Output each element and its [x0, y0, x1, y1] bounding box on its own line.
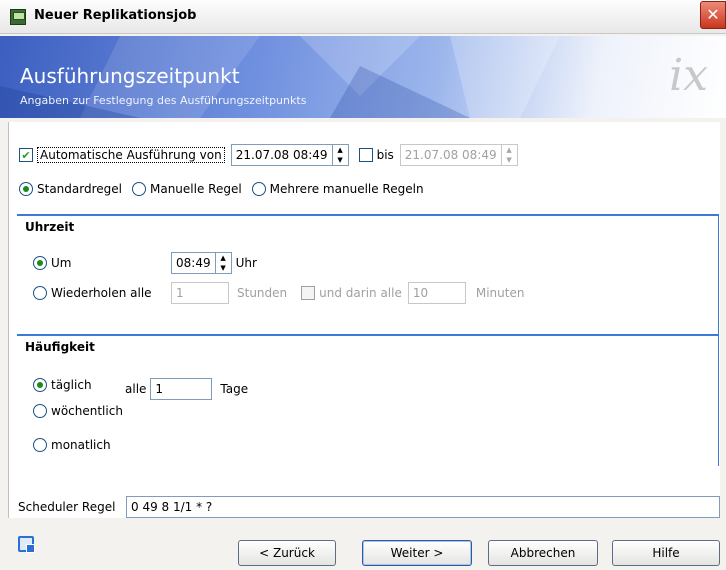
- every-unit-label: Tage: [220, 382, 249, 396]
- monatlich-label: monatlich: [51, 438, 111, 452]
- um-time-value[interactable]: 08:49: [172, 253, 215, 273]
- page-title: Ausführungszeitpunkt: [20, 64, 240, 88]
- um-unit-label: Uhr: [235, 256, 257, 270]
- cancel-button[interactable]: Abbrechen: [488, 540, 598, 566]
- uhrzeit-title: Uhrzeit: [25, 220, 75, 234]
- um-time-spinner[interactable]: 08:49 ▲ ▼: [171, 252, 232, 274]
- within-checkbox[interactable]: [301, 286, 316, 300]
- auto-exec-checkbox[interactable]: ✔: [19, 148, 33, 162]
- spin-up-icon[interactable]: ▲: [502, 145, 517, 155]
- auto-exec-label[interactable]: Automatische Ausführung von: [37, 147, 225, 163]
- radio-taeglich[interactable]: [33, 378, 47, 392]
- ix-logo: ix: [669, 50, 708, 101]
- uhrzeit-group: Uhrzeit Um 08:49 ▲ ▼ Uhr Wiederholen all…: [17, 214, 719, 336]
- radio-woechentlich[interactable]: [33, 404, 47, 418]
- mehrere-manuelle-regeln-label: Mehrere manuelle Regeln: [269, 182, 424, 196]
- radio-wiederholen[interactable]: [33, 286, 47, 300]
- haeufigkeit-group: Häufigkeit täglich alle 1 Tage wöchentli…: [17, 334, 719, 466]
- window-title: Neuer Replikationsjob: [34, 8, 197, 23]
- spin-down-icon[interactable]: ▼: [502, 155, 517, 165]
- repeat-unit-label: Stunden: [237, 286, 288, 300]
- radio-manuelle-regel[interactable]: [131, 182, 146, 196]
- every-label: alle: [125, 382, 147, 396]
- until-datetime-spinner[interactable]: 21.07.08 08:49 ▲ ▼: [399, 144, 518, 166]
- every-days-input[interactable]: 1: [150, 378, 213, 400]
- help-icon[interactable]: [18, 536, 35, 553]
- radio-standardregel[interactable]: [19, 182, 33, 196]
- title-bar[interactable]: Neuer Replikationsjob ✕: [0, 0, 726, 34]
- from-datetime-spinner[interactable]: 21.07.08 08:49 ▲ ▼: [230, 144, 349, 166]
- next-button[interactable]: Weiter >: [362, 540, 472, 566]
- wizard-banner: Ausführungszeitpunkt Angaben zur Festleg…: [0, 36, 726, 118]
- repeat-hours-input[interactable]: 1: [171, 282, 229, 304]
- um-row: Um 08:49 ▲ ▼ Uhr: [33, 252, 257, 274]
- woechentlich-label: wöchentlich: [51, 404, 123, 418]
- repeat-row: Wiederholen alle 1 Stunden und darin all…: [33, 282, 524, 304]
- radio-um[interactable]: [33, 256, 47, 270]
- auto-exec-row: ✔ Automatische Ausführung von 21.07.08 0…: [19, 144, 518, 166]
- until-datetime-value[interactable]: 21.07.08 08:49: [401, 145, 501, 165]
- repeat-label: Wiederholen alle: [51, 286, 152, 300]
- manuelle-regel-label: Manuelle Regel: [149, 182, 242, 196]
- help-button[interactable]: Hilfe: [612, 540, 720, 566]
- until-checkbox[interactable]: [358, 148, 373, 162]
- within-label: und darin alle: [319, 286, 402, 300]
- um-label: Um: [51, 256, 72, 270]
- spin-up-icon[interactable]: ▲: [333, 145, 348, 155]
- scheduler-row: Scheduler Regel 0 49 8 1/1 * ?: [8, 495, 724, 519]
- taeglich-label: täglich: [51, 378, 92, 392]
- rule-mode-row: Standardregel Manuelle Regel Mehrere man…: [19, 182, 424, 196]
- app-icon: [10, 9, 26, 25]
- scheduler-rule-input[interactable]: 0 49 8 1/1 * ?: [126, 496, 720, 518]
- close-button[interactable]: ✕: [700, 1, 726, 29]
- page-subtitle: Angaben zur Festlegung des Ausführungsze…: [20, 94, 307, 107]
- scheduler-label: Scheduler Regel: [18, 500, 116, 514]
- weekly-row: wöchentlich: [33, 404, 123, 418]
- standardregel-label: Standardregel: [37, 182, 122, 196]
- until-label: bis: [376, 148, 394, 162]
- monthly-row: monatlich: [33, 438, 111, 452]
- spin-down-icon[interactable]: ▼: [333, 155, 348, 165]
- radio-monatlich[interactable]: [33, 438, 47, 452]
- spin-up-icon[interactable]: ▲: [216, 253, 231, 263]
- haeufigkeit-title: Häufigkeit: [25, 340, 95, 354]
- daily-row: täglich alle 1 Tage: [33, 370, 248, 400]
- spin-down-icon[interactable]: ▼: [216, 263, 231, 273]
- dialog-window: Neuer Replikationsjob ✕ Ausführungszeitp…: [0, 0, 726, 570]
- back-button[interactable]: < Zurück: [238, 540, 336, 566]
- wizard-content: ✔ Automatische Ausführung von 21.07.08 0…: [8, 122, 720, 518]
- radio-mehrere-manuelle-regeln[interactable]: [251, 182, 266, 196]
- from-datetime-value[interactable]: 21.07.08 08:49: [232, 145, 332, 165]
- within-minutes-input[interactable]: 10: [407, 282, 466, 304]
- within-unit-label: Minuten: [475, 286, 525, 300]
